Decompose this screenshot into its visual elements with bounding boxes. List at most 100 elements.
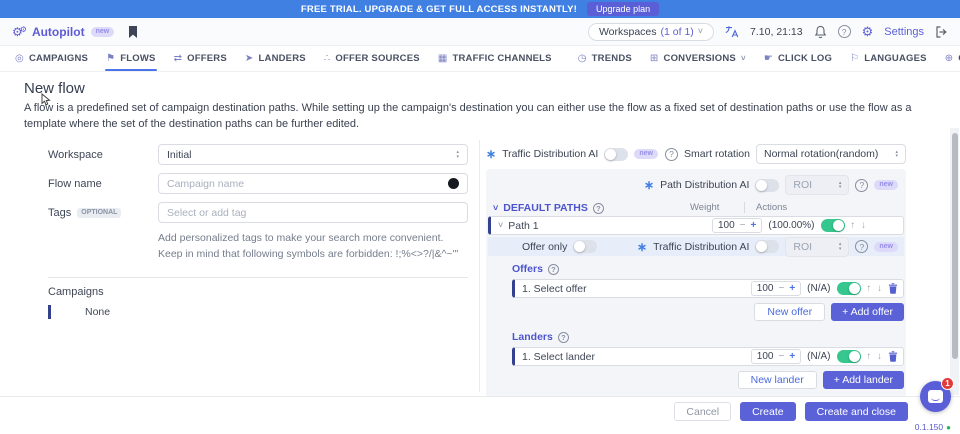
move-down-icon[interactable]: ↓: [861, 220, 866, 231]
minus-button[interactable]: −: [778, 351, 784, 362]
move-up-icon[interactable]: ↑: [851, 220, 856, 231]
offer-row[interactable]: 1. Select offer 100 − + (N/A) ↑ ↓: [512, 279, 904, 298]
path-traffic-ai-help-icon[interactable]: ?: [855, 240, 868, 253]
ai-icon: ∗: [637, 241, 647, 253]
create-button[interactable]: Create: [740, 402, 796, 421]
offer-weight-value[interactable]: 100: [757, 283, 774, 294]
nav-click-log[interactable]: ☛CLICK LOG: [755, 46, 841, 71]
path-traffic-ai-toggle[interactable]: [755, 240, 779, 253]
lander-enabled-toggle[interactable]: [837, 350, 861, 363]
ai-icon: ∗: [644, 179, 654, 191]
bell-icon[interactable]: [814, 25, 827, 39]
color-dot[interactable]: [448, 178, 459, 189]
traffic-ai-toggle[interactable]: [604, 148, 628, 161]
flow-name-label: Flow name: [48, 178, 158, 190]
version-label: 0.1.150 ●: [915, 422, 951, 432]
nav-flows[interactable]: ⚑FLOWS: [97, 46, 164, 71]
column-separator: [744, 202, 745, 213]
path-traffic-ai-metric-select[interactable]: ROI ▴▾: [785, 237, 849, 257]
trial-banner-text: FREE TRIAL. UPGRADE & GET FULL ACCESS IN…: [301, 4, 577, 15]
path-ai-help-icon[interactable]: ?: [855, 179, 868, 192]
move-up-icon[interactable]: ↑: [867, 283, 872, 294]
page-description: A flow is a predefined set of campaign d…: [24, 101, 938, 133]
offer-enabled-toggle[interactable]: [837, 282, 861, 295]
logout-icon[interactable]: [935, 26, 948, 38]
offers-help-icon[interactable]: ?: [548, 264, 559, 275]
cards-icon: ▦: [438, 53, 448, 64]
plus-button[interactable]: +: [751, 220, 757, 231]
flow-name-input[interactable]: Campaign name: [158, 173, 468, 194]
path-enabled-toggle[interactable]: [821, 219, 845, 232]
nav-languages[interactable]: ⚐LANGUAGES: [841, 46, 936, 71]
nav-offers[interactable]: ⇄OFFERS: [165, 46, 236, 71]
help-icon[interactable]: ?: [838, 25, 851, 38]
move-down-icon[interactable]: ↓: [877, 283, 882, 294]
scrollbar-thumb[interactable]: [952, 133, 958, 359]
tags-help-text: Add personalized tags to make your searc…: [158, 231, 470, 263]
lander-row[interactable]: 1. Select lander 100 − + (N/A) ↑ ↓: [512, 347, 904, 366]
select-stepper-icon: ▴▾: [895, 150, 898, 159]
path-ai-metric-select[interactable]: ROI ▴▾: [785, 175, 849, 195]
flag-icon: ⚑: [106, 53, 115, 64]
nav-offer-sources[interactable]: ∴OFFER SOURCES: [315, 46, 429, 71]
default-paths-help-icon[interactable]: ?: [593, 203, 604, 214]
landers-help-icon[interactable]: ?: [558, 332, 569, 343]
translate-icon[interactable]: [725, 25, 739, 38]
nav-landers[interactable]: ➤LANDERS: [236, 46, 315, 71]
main-nav: ◎CAMPAIGNS ⚑FLOWS ⇄OFFERS ➤LANDERS ∴OFFE…: [0, 46, 960, 72]
new-offer-button[interactable]: New offer: [754, 303, 825, 321]
column-divider: [479, 140, 480, 392]
upgrade-plan-button[interactable]: Upgrade plan: [587, 2, 659, 16]
plane-icon: ➤: [245, 53, 254, 64]
workspaces-count: (1 of 1): [661, 26, 694, 38]
weight-column-header: Weight: [690, 202, 719, 213]
bookmark-icon[interactable]: [128, 26, 138, 38]
settings-link[interactable]: Settings: [884, 26, 924, 38]
tags-input[interactable]: Select or add tag: [158, 202, 468, 223]
actions-column-header: Actions: [756, 202, 787, 213]
cursor-click-icon: ☛: [764, 53, 773, 64]
smart-rotation-label: Smart rotation: [684, 148, 750, 160]
add-lander-button[interactable]: + Add lander: [823, 371, 904, 389]
tags-placeholder: Select or add tag: [167, 207, 246, 219]
lander-weight-value[interactable]: 100: [757, 351, 774, 362]
delete-lander-icon[interactable]: [888, 351, 898, 362]
new-lander-button[interactable]: New lander: [738, 371, 817, 389]
smart-rotation-help-icon[interactable]: ?: [665, 148, 678, 161]
delete-offer-icon[interactable]: [888, 283, 898, 294]
chat-widget-button[interactable]: 1: [920, 381, 951, 412]
add-offer-button[interactable]: + Add offer: [831, 303, 904, 321]
campaigns-label: Campaigns: [48, 286, 468, 298]
path-row[interactable]: ˅ Path 1 100 − + (100.00%) ↑ ↓: [488, 216, 904, 235]
path-ai-toggle[interactable]: [755, 179, 779, 192]
workspaces-dropdown[interactable]: Workspaces (1 of 1) ˅: [588, 23, 714, 41]
minus-button[interactable]: −: [778, 283, 784, 294]
workspace-select[interactable]: Initial ▴▾: [158, 144, 468, 165]
minus-button[interactable]: −: [740, 220, 746, 231]
nav-conversions[interactable]: ⊞CONVERSIONS˅: [641, 46, 755, 71]
gear-icon[interactable]: ⚙: [862, 25, 874, 38]
app-window: FREE TRIAL. UPGRADE & GET FULL ACCESS IN…: [0, 0, 960, 434]
flow-form: Workspace Initial ▴▾ Flow name Campaign …: [48, 144, 468, 319]
cancel-button[interactable]: Cancel: [674, 402, 731, 421]
offer-only-toggle[interactable]: [573, 240, 597, 253]
move-up-icon[interactable]: ↑: [867, 351, 872, 362]
flow-name-placeholder: Campaign name: [167, 178, 244, 190]
datetime-label: 7.10, 21:13: [750, 26, 803, 38]
create-and-close-button[interactable]: Create and close: [805, 402, 908, 421]
plus-button[interactable]: +: [789, 351, 795, 362]
nav-trends[interactable]: ◷TRENDS: [569, 46, 641, 71]
smart-rotation-select[interactable]: Normal rotation(random) ▴▾: [756, 144, 906, 164]
chevron-down-icon: ˅: [741, 55, 746, 63]
nav-countries[interactable]: ⊕COUNTRIES˅: [936, 46, 960, 71]
nav-campaigns[interactable]: ◎CAMPAIGNS: [6, 46, 97, 71]
path-weight-value[interactable]: 100: [718, 220, 735, 231]
new-badge: new: [634, 149, 658, 159]
campaigns-none-value: None: [85, 306, 110, 318]
plus-button[interactable]: +: [789, 283, 795, 294]
chat-unread-badge: 1: [941, 377, 954, 390]
move-down-icon[interactable]: ↓: [877, 351, 882, 362]
nav-traffic-channels[interactable]: ▦TRAFFIC CHANNELS: [429, 46, 561, 71]
traffic-ai-label: Traffic Distribution AI: [502, 148, 598, 160]
default-paths-header[interactable]: ˅ DEFAULT PATHS ?: [493, 202, 604, 214]
